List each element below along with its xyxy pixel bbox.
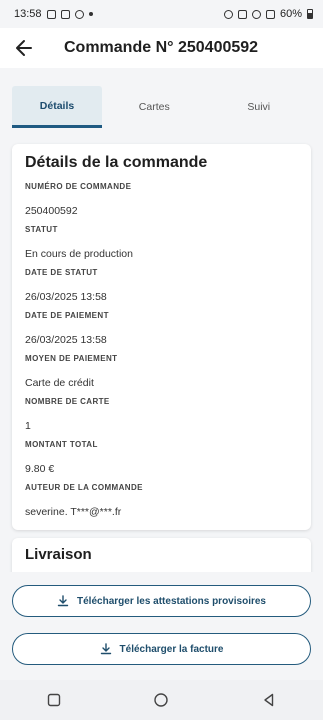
status-date-value: 26/03/2025 13:58 — [25, 290, 107, 303]
recents-icon — [47, 693, 61, 707]
system-back-button[interactable] — [249, 680, 289, 720]
card-count-value: 1 — [25, 419, 31, 432]
delivery-title: Livraison — [25, 546, 92, 563]
payment-date-value: 26/03/2025 13:58 — [25, 333, 107, 346]
recents-button[interactable] — [34, 680, 74, 720]
wifi-icon — [251, 9, 261, 19]
status-date-label: DATE DE STATUT — [25, 268, 98, 277]
settings-icon — [74, 9, 84, 19]
order-details-card: Détails de la commande NUMÉRO DE COMMAND… — [12, 144, 311, 530]
message-icon — [60, 9, 70, 19]
payment-date-label: DATE DE PAIEMENT — [25, 311, 109, 320]
back-button[interactable] — [0, 28, 48, 68]
status-value: En cours de production — [25, 247, 133, 260]
order-number-value: 250400592 — [25, 204, 78, 217]
battery-icon — [307, 9, 313, 19]
order-number-label: NUMÉRO DE COMMANDE — [25, 182, 132, 191]
battery-percent: 60% — [279, 8, 302, 20]
tab-details[interactable]: Détails — [12, 86, 102, 128]
download-certificates-button[interactable]: Télécharger les attestations provisoires — [12, 585, 311, 617]
order-author-label: AUTEUR DE LA COMMANDE — [25, 483, 143, 492]
status-time: 13:58 — [14, 8, 42, 20]
order-author-value: severine. T***@***.fr — [25, 505, 122, 518]
alarm-icon — [237, 9, 247, 19]
download-certificates-label: Télécharger les attestations provisoires — [77, 595, 266, 607]
tab-tracking[interactable]: Suivi — [207, 86, 312, 128]
more-notifications-icon — [88, 12, 93, 16]
system-nav-bar — [0, 680, 323, 720]
payment-method-label: MOYEN DE PAIEMENT — [25, 354, 118, 363]
status-label: STATUT — [25, 225, 58, 234]
arrow-left-icon — [16, 40, 32, 56]
tab-bar: Détails Cartes Suivi — [12, 86, 311, 128]
total-amount-value: 9.80 € — [25, 462, 55, 475]
payment-method-value: Carte de crédit — [25, 376, 94, 389]
download-icon — [100, 643, 111, 655]
link-icon — [223, 9, 233, 19]
app-bar: Commande N° 250400592 — [0, 28, 323, 68]
status-bar: 13:58 60% — [0, 0, 323, 28]
signal-icon — [265, 9, 275, 19]
tab-cards[interactable]: Cartes — [102, 86, 207, 128]
notification-icon — [46, 9, 56, 19]
download-icon — [57, 595, 69, 607]
card-count-label: NOMBRE DE CARTE — [25, 397, 110, 406]
home-icon — [154, 693, 169, 707]
order-details-title: Détails de la commande — [25, 154, 208, 171]
download-invoice-button[interactable]: Télécharger la facture — [12, 633, 311, 665]
total-amount-label: MONTANT TOTAL — [25, 440, 98, 449]
download-invoice-label: Télécharger la facture — [119, 643, 224, 655]
page-title: Commande N° 250400592 — [64, 39, 259, 56]
triangle-back-icon — [264, 693, 274, 707]
home-button[interactable] — [141, 680, 181, 720]
